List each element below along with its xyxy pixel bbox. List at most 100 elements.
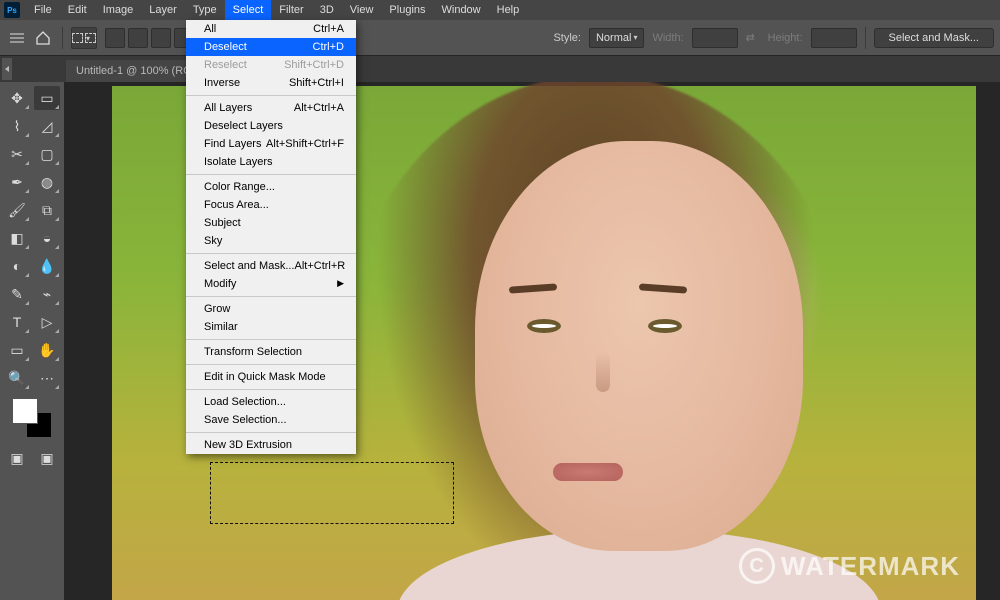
tool-flyout-icon: [55, 161, 59, 165]
menu-item-all[interactable]: AllCtrl+A: [186, 20, 356, 38]
lasso-tool[interactable]: ⌇: [4, 114, 30, 138]
tool-flyout-icon: [25, 357, 29, 361]
menu-bar: Ps FileEditImageLayerTypeSelectFilter3DV…: [0, 0, 1000, 20]
height-input[interactable]: [811, 28, 857, 48]
selection-mode-group: [105, 28, 194, 48]
menu-view[interactable]: View: [342, 0, 382, 20]
mode-subtract-icon[interactable]: [151, 28, 171, 48]
menu-item-edit-in-quick-mask-mode[interactable]: Edit in Quick Mask Mode: [186, 368, 356, 386]
menu-item-similar[interactable]: Similar: [186, 318, 356, 336]
tool-flyout-icon: [55, 329, 59, 333]
menu-item-shortcut: Alt+Ctrl+R: [295, 260, 346, 272]
current-tool-icon[interactable]: ▾: [71, 27, 97, 49]
menu-item-label: Load Selection...: [204, 396, 286, 408]
menu-item-save-selection[interactable]: Save Selection...: [186, 411, 356, 429]
options-bar: ▾ Style: Normal▾ Width: ⇄ Height: Select…: [0, 20, 1000, 56]
menu-separator: [186, 364, 356, 365]
menu-item-grow[interactable]: Grow: [186, 300, 356, 318]
watermark: C WATERMARK: [739, 548, 960, 584]
move-tool[interactable]: ✥: [4, 86, 30, 110]
menu-item-label: Save Selection...: [204, 414, 287, 426]
hand-tool[interactable]: ✋: [34, 338, 60, 362]
pen-curv-tool[interactable]: ⌁: [34, 282, 60, 306]
path-sel-tool[interactable]: ▷: [34, 310, 60, 334]
zoom-tool[interactable]: 🔍: [4, 366, 30, 390]
text-tool[interactable]: T: [4, 310, 30, 334]
tool-flyout-icon: [25, 189, 29, 193]
crop-tool[interactable]: ✂: [4, 142, 30, 166]
menu-file[interactable]: File: [26, 0, 60, 20]
eyedrop-tool[interactable]: ✒: [4, 170, 30, 194]
menu-item-load-selection[interactable]: Load Selection...: [186, 393, 356, 411]
mode-new-icon[interactable]: [105, 28, 125, 48]
menu-item-label: Color Range...: [204, 181, 275, 193]
separator: [62, 27, 63, 49]
menu-edit[interactable]: Edit: [60, 0, 95, 20]
menu-layer[interactable]: Layer: [141, 0, 185, 20]
stamp-tool[interactable]: ⧉: [34, 198, 60, 222]
rect-tool[interactable]: ▭: [4, 338, 30, 362]
select-and-mask-button[interactable]: Select and Mask...: [874, 28, 995, 48]
pen-tool[interactable]: ✎: [4, 282, 30, 306]
selection-marquee[interactable]: [210, 462, 454, 524]
menu-item-all-layers[interactable]: All LayersAlt+Ctrl+A: [186, 99, 356, 117]
swap-dims-icon[interactable]: ⇄: [746, 31, 760, 45]
drop-tool[interactable]: 💧: [34, 254, 60, 278]
menu-item-reselect: ReselectShift+Ctrl+D: [186, 56, 356, 74]
mode-add-icon[interactable]: [128, 28, 148, 48]
patch-tool[interactable]: ◍: [34, 170, 60, 194]
frame-tool[interactable]: ▢: [34, 142, 60, 166]
quickmask-tool[interactable]: ▣: [4, 446, 30, 470]
menu-item-subject[interactable]: Subject: [186, 214, 356, 232]
menu-item-modify[interactable]: Modify▶: [186, 275, 356, 293]
eraser-tool[interactable]: ◧: [4, 226, 30, 250]
menu-item-new-3d-extrusion[interactable]: New 3D Extrusion: [186, 436, 356, 454]
menu-item-label: All: [204, 23, 216, 35]
panel-menu-icon[interactable]: [10, 33, 24, 43]
portrait-mouth: [553, 463, 623, 481]
menu-plugins[interactable]: Plugins: [381, 0, 433, 20]
tool-flyout-icon: [25, 217, 29, 221]
select-menu-dropdown: AllCtrl+ADeselectCtrl+DReselectShift+Ctr…: [186, 20, 356, 454]
poly-lasso-tool[interactable]: ◿: [34, 114, 60, 138]
tool-flyout-icon: [25, 245, 29, 249]
portrait-eye: [648, 319, 682, 333]
screenmode-tool[interactable]: ▣: [34, 446, 60, 470]
style-select[interactable]: Normal▾: [589, 28, 644, 48]
more-tool[interactable]: ⋯: [34, 366, 60, 390]
menu-item-focus-area[interactable]: Focus Area...: [186, 196, 356, 214]
app-badge-icon: Ps: [4, 2, 20, 18]
color-swatches[interactable]: [12, 398, 52, 438]
menu-item-label: Modify: [204, 278, 236, 290]
rect-marquee-tool[interactable]: ▭: [34, 86, 60, 110]
menu-item-transform-selection[interactable]: Transform Selection: [186, 343, 356, 361]
menu-item-select-and-mask[interactable]: Select and Mask...Alt+Ctrl+R: [186, 257, 356, 275]
fg-color-swatch[interactable]: [12, 398, 38, 424]
menu-3d[interactable]: 3D: [312, 0, 342, 20]
menu-item-isolate-layers[interactable]: Isolate Layers: [186, 153, 356, 171]
dodge-tool[interactable]: ◐: [4, 254, 30, 278]
menu-item-deselect[interactable]: DeselectCtrl+D: [186, 38, 356, 56]
menu-item-find-layers[interactable]: Find LayersAlt+Shift+Ctrl+F: [186, 135, 356, 153]
menu-item-sky[interactable]: Sky: [186, 232, 356, 250]
menu-help[interactable]: Help: [489, 0, 528, 20]
tool-flyout-icon: [55, 301, 59, 305]
menu-image[interactable]: Image: [95, 0, 142, 20]
menu-window[interactable]: Window: [434, 0, 489, 20]
menu-type[interactable]: Type: [185, 0, 225, 20]
menu-item-color-range[interactable]: Color Range...: [186, 178, 356, 196]
menu-item-deselect-layers[interactable]: Deselect Layers: [186, 117, 356, 135]
menu-select[interactable]: Select: [225, 0, 272, 20]
menu-filter[interactable]: Filter: [271, 0, 311, 20]
menu-item-shortcut: Shift+Ctrl+D: [284, 59, 344, 71]
brush-tool[interactable]: 🖌: [4, 198, 30, 222]
blur-tool[interactable]: ◒: [34, 226, 60, 250]
menu-item-label: Sky: [204, 235, 222, 247]
collapse-panel-icon[interactable]: [0, 58, 12, 80]
menu-item-label: Grow: [204, 303, 230, 315]
home-icon[interactable]: [32, 27, 54, 49]
portrait-nose: [596, 352, 610, 392]
width-input[interactable]: [692, 28, 738, 48]
menu-item-label: Similar: [204, 321, 238, 333]
menu-item-inverse[interactable]: InverseShift+Ctrl+I: [186, 74, 356, 92]
